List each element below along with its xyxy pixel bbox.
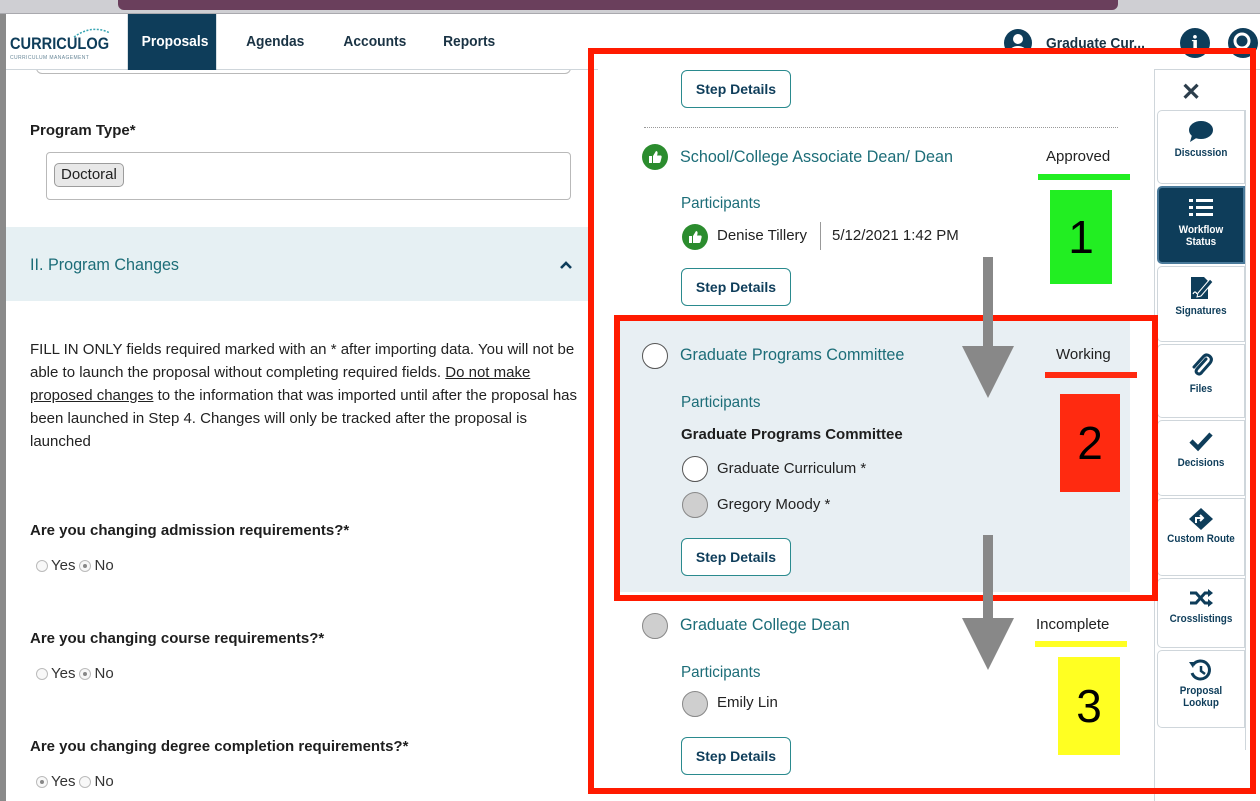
radio-label: No [94, 773, 114, 790]
program-type-chip[interactable]: Doctoral [54, 163, 124, 187]
annotation-arrow-1-head [962, 346, 1014, 398]
nav-agendas[interactable]: Agendas [232, 14, 307, 70]
radio-degree-no[interactable] [79, 775, 92, 788]
logo-text: CURRICULOG [10, 34, 110, 53]
radio-course-no[interactable] [79, 667, 92, 680]
annotation-underline-approved [1038, 174, 1130, 180]
curriculog-logo[interactable]: CURRICULOG CURRICULUM MANAGEMENT [10, 28, 120, 68]
section-title: II. Program Changes [30, 255, 180, 274]
radio-label: Yes [51, 773, 76, 790]
instructions-text: FILL IN ONLY fields required marked with… [30, 338, 582, 453]
proposal-form: Program Type* Doctoral II. Program Chang… [6, 70, 588, 801]
previous-field-box[interactable] [36, 70, 571, 74]
chevron-up-icon[interactable] [559, 257, 573, 273]
annotation-arrow-1-shaft [983, 257, 993, 349]
question-course-options: Yes No [36, 665, 118, 682]
annotation-arrow-2-shaft [983, 535, 993, 621]
browser-tab-strip [118, 0, 1118, 10]
question-course-label: Are you changing course requirements?* [30, 630, 325, 647]
nav-accounts[interactable]: Accounts [330, 14, 413, 70]
annotation-number-2: 2 [1060, 394, 1120, 492]
question-degree-label: Are you changing degree completion requi… [30, 738, 409, 755]
radio-admission-yes[interactable] [36, 559, 48, 572]
nav-proposals[interactable]: Proposals [127, 14, 217, 70]
radio-label: No [94, 665, 114, 682]
radio-label: No [94, 557, 114, 574]
program-type-label: Program Type* [30, 122, 136, 139]
radio-label: Yes [51, 557, 76, 574]
logo-subtitle: CURRICULUM MANAGEMENT [10, 55, 90, 61]
section-header-program-changes[interactable]: II. Program Changes [6, 227, 588, 301]
annotation-arrow-2-head [962, 618, 1014, 670]
annotation-underline-working [1045, 372, 1137, 378]
annotation-number-1: 1 [1050, 190, 1112, 284]
radio-label: Yes [51, 665, 76, 682]
radio-course-yes[interactable] [36, 667, 48, 680]
nav-reports[interactable]: Reports [429, 14, 504, 70]
window-chrome [0, 0, 1260, 14]
question-degree-options: Yes No [36, 773, 118, 790]
radio-degree-yes[interactable] [36, 775, 48, 788]
program-type-field[interactable]: Doctoral [46, 152, 571, 200]
radio-admission-no[interactable] [79, 559, 92, 572]
question-admission-options: Yes No [36, 557, 118, 574]
question-admission-label: Are you changing admission requirements?… [30, 522, 350, 539]
annotation-number-3: 3 [1058, 657, 1120, 755]
annotation-underline-incomplete [1035, 641, 1127, 647]
